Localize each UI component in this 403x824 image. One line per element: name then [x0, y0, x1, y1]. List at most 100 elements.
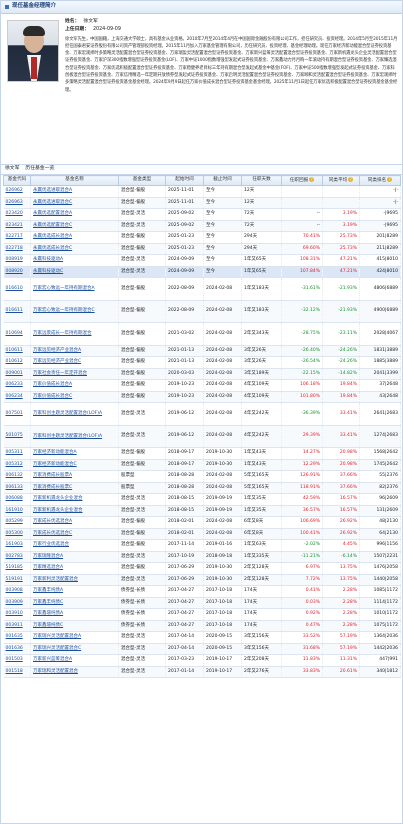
fund-name-link[interactable]: 永赢优选进取混合A	[33, 188, 72, 193]
fund-name-link[interactable]: 永赢优选配置混合C	[33, 223, 72, 228]
fund-name-link[interactable]: 万家经济新动能混合A	[33, 450, 77, 456]
fund-name-link[interactable]: 万家鑫丰纯债C	[33, 600, 63, 605]
fund-name-link[interactable]: 万家新机遇龙头企业混合	[33, 496, 83, 502]
fund-name-link[interactable]: 万家鑫璟纯债C	[33, 623, 63, 628]
table-row[interactable]: 007501 万家科创主题灵活配置混合(LOF)A 混合型-灵活 2019-06-12…	[3, 402, 401, 426]
fund-code-link[interactable]: 010612	[6, 359, 23, 365]
fund-code-link[interactable]: 001518	[6, 669, 23, 674]
fund-code-link[interactable]: 006132	[6, 473, 23, 479]
fund-code-link[interactable]: 026962	[6, 188, 23, 193]
fund-name-link[interactable]: 永赢优选配置混合A	[33, 211, 72, 216]
fund-name-link[interactable]: 万家消费成长股票A	[33, 473, 72, 479]
fund-name-link[interactable]: 万家消费成长股票C	[33, 485, 72, 490]
table-row[interactable]: 006088 万家新机遇龙头企业混合 混合型-灵活 2018-08-15 2019-09…	[3, 493, 401, 506]
fund-code-link[interactable]: 022718	[6, 246, 23, 251]
fund-code-link[interactable]: 003911	[6, 623, 23, 628]
fund-name-link[interactable]: 万家鑫丰纯债A	[33, 588, 63, 594]
table-row[interactable]: 005300 万家成长优选混合C 混合型-偏股 2018-02-01 2024-02-0…	[3, 528, 401, 541]
fund-code-link[interactable]: 005312	[6, 462, 23, 467]
fund-name-link[interactable]: 万家瑞兴灵活配置混合C	[33, 646, 81, 651]
fund-name-link[interactable]: 万家价值成长混合C	[33, 394, 72, 399]
fund-name-link[interactable]: 万家宏心致远一年持有期混合C	[33, 308, 95, 313]
fund-code-link[interactable]: 008919	[6, 257, 23, 262]
fund-name-link[interactable]: 万家行业优选混合	[33, 542, 69, 548]
fund-name-link[interactable]: 万家价值成长混合A	[33, 382, 72, 388]
table-row[interactable]: 519185 万家精选混合A 混合型-偏股 2017-06-29 2019-10-30 2…	[3, 562, 401, 575]
fund-name-link[interactable]: 万家远见经济产业混合A	[33, 348, 81, 353]
table-row[interactable]: 519191 万家新利灵活配置混合 混合型-灵活 2017-06-29 2019-10-…	[3, 574, 401, 587]
fund-code-link[interactable]: 501075	[6, 433, 23, 439]
table-row[interactable]: 005311 万家经济新动能混合A 混合型-偏股 2018-09-17 2019-10-…	[3, 447, 401, 460]
table-row[interactable]: 005299 万家成长优选混合A 混合型-偏股 2018-02-01 2024-02-0…	[3, 516, 401, 529]
fund-code-link[interactable]: 026963	[6, 200, 23, 205]
fund-name-link[interactable]: 万家经济新动能混合C	[33, 462, 77, 467]
table-row[interactable]: 010611 万家远见经济产业混合A 混合型-偏股 2021-01-13 2024-02…	[3, 345, 401, 358]
table-row[interactable]: 008919 永赢科技驱动A 混合型-灵活 2024-09-09 至今 1年又65天 108…	[3, 254, 401, 267]
table-row[interactable]: 006234 万家价值成长混合C 混合型-偏股 2019-10-23 2024-02-0…	[3, 391, 401, 404]
fund-code-link[interactable]: 010694	[6, 331, 23, 336]
table-row[interactable]: 003909 万家鑫丰纯债C 债券型-长债 2017-04-27 2017-10-18 1…	[3, 597, 401, 610]
help-icon[interactable]: ?	[348, 177, 354, 183]
fund-code-link[interactable]: 161903	[6, 542, 23, 548]
fund-code-link[interactable]: 009001	[6, 371, 23, 376]
fund-name-link[interactable]: 万家瑞兴灵活配置混合A	[33, 634, 81, 640]
table-row[interactable]: 002783 万家瑞隆混合A 混合型-灵活 2017-10-19 2018-09-18 1…	[3, 551, 401, 564]
fund-name-link[interactable]: 万家宏心致远一年持有期混合A	[33, 286, 95, 291]
fund-code-link[interactable]: 161910	[6, 508, 23, 513]
fund-name-link[interactable]: 永赢优选成长混合C	[33, 246, 72, 251]
fund-name-link[interactable]: 万家远景成长一年持有期混合	[33, 331, 92, 336]
tab-history[interactable]: 历任基金一览	[25, 166, 54, 172]
fund-code-link[interactable]: 010611	[6, 348, 23, 353]
table-row[interactable]: 001635 万家瑞兴灵活配置混合A 混合型-灵活 2017-04-14 2020-09…	[3, 631, 401, 644]
fund-name-link[interactable]: 万家瑞隆混合A	[33, 554, 63, 559]
fund-name-link[interactable]: 永赢优选进取混合C	[33, 200, 72, 205]
table-row[interactable]: 003911 万家鑫璟纯债C 债券型-长债 2017-04-27 2017-10-18 1…	[3, 620, 401, 633]
table-row[interactable]: 003908 万家鑫丰纯债A 债券型-长债 2017-04-27 2017-10-18 1…	[3, 585, 401, 598]
fund-name-link[interactable]: 万家远见经济产业混合C	[33, 359, 81, 365]
fund-name-link[interactable]: 永赢科技驱动A	[33, 257, 63, 262]
table-row[interactable]: 001636 万家瑞兴灵活配置混合C 混合型-灵活 2017-04-14 2020-09…	[3, 643, 401, 656]
table-row[interactable]: 022718 永赢优选成长混合C 混合型-偏股 2025-01-23 至今 294天 69.…	[3, 243, 401, 255]
fund-code-link[interactable]: 002783	[6, 554, 23, 559]
table-row[interactable]: 161910 万家新机遇龙头企业混合 混合型-灵活 2018-08-15 2019-09…	[3, 505, 401, 518]
fund-name-link[interactable]: 万家新兴蓝筹混合A	[33, 657, 72, 663]
table-row[interactable]: 006132 万家消费成长股票A 股票型 2018-08-28 2024-02-08 5年…	[3, 470, 401, 483]
fund-code-link[interactable]: 007501	[6, 411, 23, 416]
table-row[interactable]: 003910 万家鑫璟纯债A 债券型-长债 2017-04-27 2017-10-18 1…	[3, 608, 401, 621]
table-row[interactable]: 016611 万家宏心致远一年持有期混合C 混合型-偏股 2022-08-09 2024…	[3, 300, 401, 324]
fund-name-link[interactable]: 万家鑫璟纯债A	[33, 611, 63, 617]
fund-code-link[interactable]: 006233	[6, 382, 23, 388]
table-row[interactable]: 022717 永赢优选成长混合A 混合型-偏股 2025-01-23 至今 294天 70.…	[3, 231, 401, 244]
fund-code-link[interactable]: 001636	[6, 646, 23, 651]
help-icon[interactable]: ?	[309, 177, 315, 183]
fund-code-link[interactable]: 003909	[6, 600, 23, 605]
table-row[interactable]: 006233 万家价值成长混合A 混合型-偏股 2019-10-23 2024-02-0…	[3, 379, 401, 392]
fund-code-link[interactable]: 006088	[6, 496, 23, 502]
fund-name-link[interactable]: 万家新利灵活配置混合	[33, 577, 78, 582]
fund-code-link[interactable]: 023421	[6, 223, 23, 228]
table-row[interactable]: 001503 万家新兴蓝筹混合A 混合型-灵活 2017-03-23 2019-10-1…	[3, 654, 401, 667]
col-days-header[interactable]: 任职天数	[241, 175, 282, 186]
table-row[interactable]: 009001 万家社会责任一年定开混合 混合型-偏股 2020-03-03 2024-0…	[3, 368, 401, 381]
fund-code-link[interactable]: 005300	[6, 531, 23, 536]
table-row[interactable]: 161903 万家行业优选混合 混合型-偏股 2017-11-14 2019-01-16…	[3, 539, 401, 552]
fund-name-link[interactable]: 万家科创主题灵活配置混合(LOF)A	[33, 411, 102, 416]
table-row[interactable]: 501075 万家科创主题灵活配置混合(LOF)A 混合型-灵活 2019-06-12…	[3, 425, 401, 449]
table-row[interactable]: 016610 万家宏心致远一年持有期混合A 混合型-偏股 2022-08-09 2024…	[3, 277, 401, 301]
fund-code-link[interactable]: 016611	[6, 308, 23, 313]
fund-code-link[interactable]: 001635	[6, 634, 23, 640]
col-avg-header[interactable]: 同类平均?	[322, 175, 360, 186]
fund-code-link[interactable]: 005299	[6, 519, 23, 525]
fund-code-link[interactable]: 005311	[6, 450, 23, 456]
table-row[interactable]: 026963 永赢优选进取混合C 混合型-偏股 2025-11-01 至今 12天 -|-	[3, 197, 401, 209]
table-row[interactable]: 005312 万家经济新动能混合C 混合型-偏股 2018-09-17 2019-10-…	[3, 459, 401, 472]
fund-name-link[interactable]: 万家成长优选混合C	[33, 531, 72, 536]
fund-name-link[interactable]: 万家社会责任一年定开混合	[33, 371, 87, 376]
fund-code-link[interactable]: 008920	[6, 269, 23, 274]
table-row[interactable]: 023420 永赢优选配置混合A 混合型-灵活 2025-09-02 至今 72天 -- 3.…	[3, 208, 401, 221]
fund-name-link[interactable]: 万家精选混合A	[33, 565, 63, 571]
fund-code-link[interactable]: 006133	[6, 485, 23, 490]
fund-code-link[interactable]: 016610	[6, 286, 23, 291]
col-return-header[interactable]: 任职回报?	[281, 175, 323, 186]
table-row[interactable]: 006133 万家消费成长股票C 股票型 2018-08-28 2024-02-08 5年…	[3, 482, 401, 495]
